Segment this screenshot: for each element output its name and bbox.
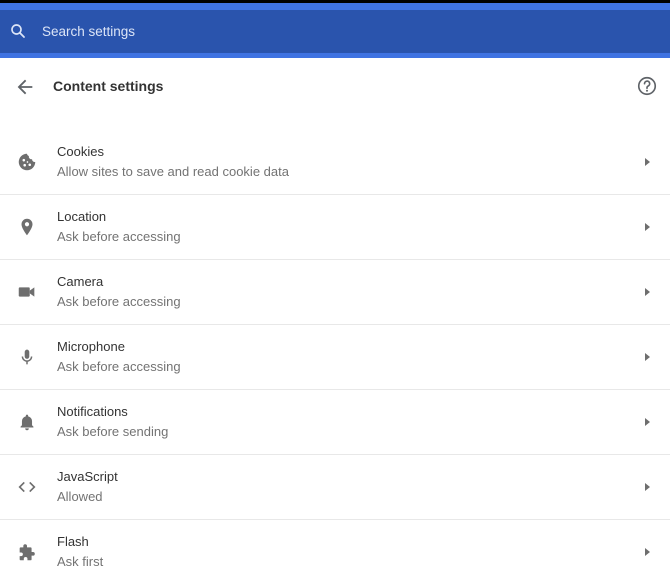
puzzle-piece-icon [16,541,38,563]
content-settings-list: Cookies Allow sites to save and read coo… [0,130,670,584]
search-bar[interactable] [0,10,670,53]
item-subtitle: Ask before accessing [57,294,181,309]
item-title: Microphone [57,339,125,354]
item-subtitle: Ask first [57,554,104,569]
item-title: Camera [57,274,104,289]
chevron-right-icon [642,481,652,493]
chevron-right-icon [642,221,652,233]
item-title: Flash [57,534,89,549]
back-arrow-icon[interactable] [14,76,36,98]
search-input[interactable] [42,19,602,43]
code-brackets-icon [16,476,38,498]
item-subtitle: Allow sites to save and read cookie data [57,164,289,179]
item-title: Cookies [57,144,104,159]
chevron-right-icon [642,416,652,428]
page-title: Content settings [53,78,164,94]
microphone-icon [16,346,38,368]
search-toolbar [0,3,670,58]
list-item-microphone[interactable]: Microphone Ask before accessing [0,325,670,390]
cookie-icon [16,151,38,173]
chevron-right-icon [642,546,652,558]
list-item-camera[interactable]: Camera Ask before accessing [0,260,670,325]
item-title: JavaScript [57,469,118,484]
list-item-notifications[interactable]: Notifications Ask before sending [0,390,670,455]
item-subtitle: Ask before accessing [57,229,181,244]
help-icon[interactable] [636,75,658,97]
chevron-right-icon [642,156,652,168]
search-icon [9,22,27,40]
page-header: Content settings [0,58,670,116]
list-item-flash[interactable]: Flash Ask first [0,520,670,584]
item-subtitle: Ask before accessing [57,359,181,374]
item-title: Notifications [57,404,128,419]
chevron-right-icon [642,286,652,298]
item-subtitle: Allowed [57,489,103,504]
bell-icon [16,411,38,433]
item-subtitle: Ask before sending [57,424,169,439]
camera-icon [16,281,38,303]
item-title: Location [57,209,107,224]
chevron-right-icon [642,351,652,363]
location-pin-icon [16,216,38,238]
list-item-javascript[interactable]: JavaScript Allowed [0,455,670,520]
list-item-location[interactable]: Location Ask before accessing [0,195,670,260]
list-item-cookies[interactable]: Cookies Allow sites to save and read coo… [0,130,670,195]
